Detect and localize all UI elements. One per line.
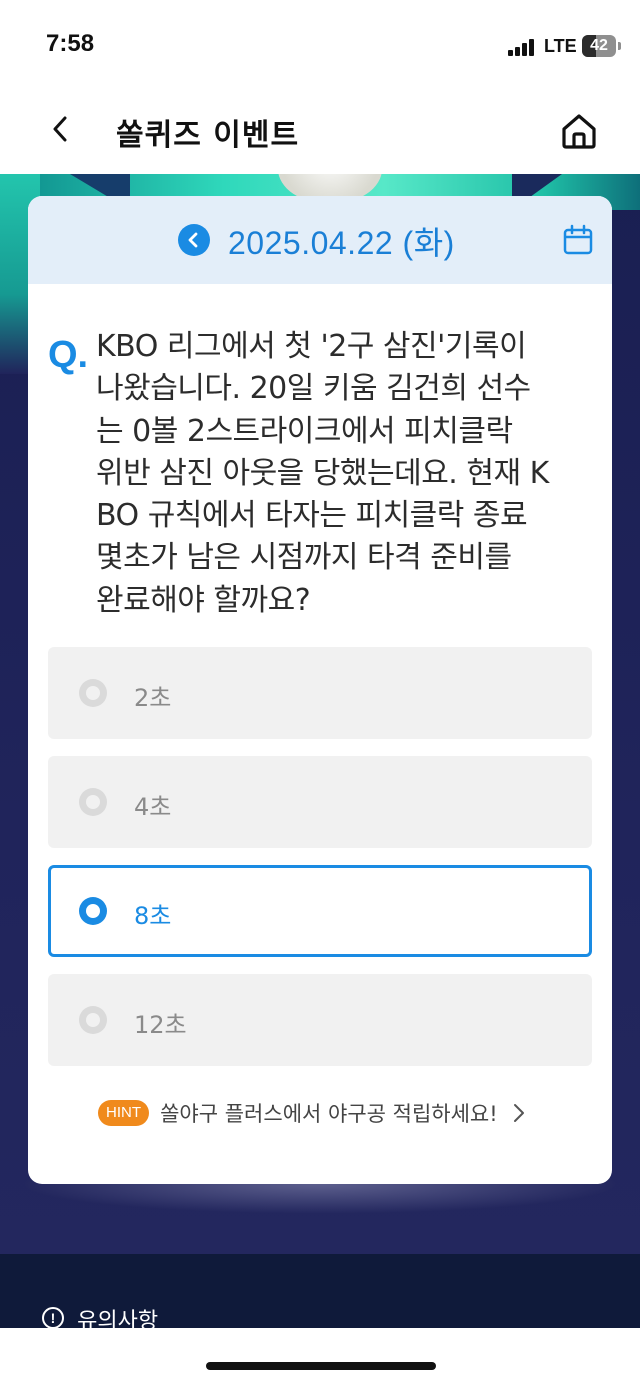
- question-line: 나왔습니다. 20일 키움 김건희 선수: [96, 371, 531, 407]
- app-header: 쏠퀴즈 이벤트: [0, 90, 640, 174]
- notice-link[interactable]: ! 유의사항: [42, 1303, 158, 1329]
- status-bar: 7:58 LTE 42: [0, 0, 640, 90]
- question-line: 위반 삼진 아웃을 당했는데요. 현재 K: [96, 455, 549, 491]
- home-indicator[interactable]: [206, 1362, 436, 1370]
- answer-option-12s[interactable]: 12초: [48, 974, 592, 1066]
- question-line: 완료해야 할까요?: [96, 582, 311, 618]
- info-circle-icon: !: [42, 1307, 64, 1329]
- hint-text: 쏠야구 플러스에서 야구공 적립하세요!: [160, 1102, 498, 1126]
- network-type: LTE: [544, 36, 577, 56]
- date-bar: 2025.04.22 (화): [28, 196, 612, 284]
- radio-icon: [79, 679, 107, 707]
- question-text: KBO 리그에서 첫 '2구 삼진'기록이 나왔습니다. 20일 키움 김건희 …: [96, 326, 596, 622]
- battery-icon: 42: [582, 35, 616, 57]
- radio-icon: [79, 788, 107, 816]
- option-label: 4초: [134, 793, 172, 821]
- battery-tip: [618, 42, 621, 50]
- chevron-right-icon: [513, 1104, 524, 1122]
- question-line: 는 0볼 2스트라이크에서 피치클락: [96, 413, 513, 449]
- battery-level: 42: [590, 37, 608, 54]
- page-title: 쏠퀴즈 이벤트: [116, 118, 300, 153]
- calendar-button[interactable]: [562, 224, 594, 256]
- option-label: 2초: [134, 684, 172, 712]
- home-icon: [562, 114, 596, 149]
- chevron-left-circle-icon: [188, 232, 198, 248]
- radio-icon: [79, 897, 107, 925]
- hint-badge: HINT: [98, 1100, 149, 1126]
- home-button[interactable]: [558, 110, 600, 152]
- question-marker: Q.: [48, 334, 89, 376]
- question-line: 몇초가 남은 시점까지 타격 준비를: [96, 540, 512, 576]
- hint-link[interactable]: HINT 쏠야구 플러스에서 야구공 적립하세요!: [98, 1098, 527, 1130]
- radio-icon: [79, 1006, 107, 1034]
- option-label: 8초: [134, 902, 172, 930]
- answer-option-2s[interactable]: 2초: [48, 647, 592, 739]
- quiz-card: 2025.04.22 (화) Q. KBO 리그에서 첫 '2구 삼진'기록이 …: [28, 196, 612, 1184]
- answer-option-8s[interactable]: 8초: [48, 865, 592, 957]
- signal-strength-icon: [508, 38, 538, 56]
- back-button[interactable]: [46, 114, 76, 144]
- notice-label: 유의사항: [77, 1309, 159, 1329]
- prev-date-button[interactable]: [178, 224, 210, 256]
- calendar-icon: [563, 224, 593, 255]
- quiz-date: 2025.04.22 (화): [228, 225, 455, 261]
- status-time: 7:58: [46, 30, 95, 57]
- option-label: 12초: [134, 1011, 187, 1039]
- answer-option-4s[interactable]: 4초: [48, 756, 592, 848]
- home-indicator-area: [0, 1328, 640, 1386]
- chevron-left-icon: [53, 116, 67, 142]
- question-line: BO 규칙에서 타자는 피치클락 종료: [96, 498, 528, 534]
- question-line: KBO 리그에서 첫 '2구 삼진'기록이: [96, 329, 527, 364]
